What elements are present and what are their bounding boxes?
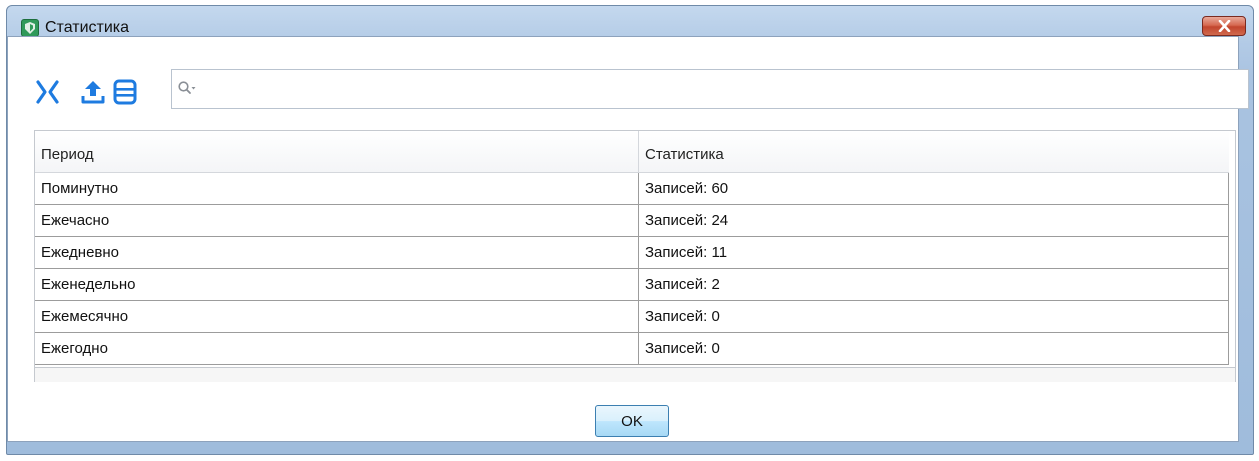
table-row[interactable]: Ежегодно Записей: 0 [35,333,1229,365]
statistics-table: Период Статистика Поминутно Записей: 60 … [34,130,1236,382]
period-cell: Ежемесячно [35,301,639,333]
search-field[interactable] [171,69,1249,109]
collapse-expand-icon[interactable] [34,79,59,104]
table-row[interactable]: Ежечасно Записей: 24 [35,205,1229,237]
period-cell: Ежегодно [35,333,639,365]
period-cell: Ежедневно [35,237,639,269]
table-body: Поминутно Записей: 60 Ежечасно Записей: … [35,173,1229,365]
window-title: Статистика [45,19,130,36]
search-input[interactable] [198,76,1242,104]
column-header-statistics[interactable]: Статистика [639,131,1229,173]
period-cell: Ежечасно [35,205,639,237]
statistics-cell: Записей: 0 [639,301,1229,333]
table-footer-bar [35,367,1235,382]
search-icon[interactable] [177,80,197,98]
dialog-content: Период Статистика Поминутно Записей: 60 … [7,36,1249,442]
table-header: Период Статистика [35,131,1235,173]
column-header-period[interactable]: Период [35,131,639,173]
app-logo-icon [21,19,39,37]
period-cell: Поминутно [35,173,639,205]
ok-button[interactable]: OK [595,405,669,437]
statistics-cell: Записей: 0 [639,333,1229,365]
close-icon [1218,20,1231,32]
statistics-cell: Записей: 60 [639,173,1229,205]
table-row[interactable]: Поминутно Записей: 60 [35,173,1229,205]
export-upload-icon[interactable] [80,79,105,104]
table-row[interactable]: Ежедневно Записей: 11 [35,237,1229,269]
table-row[interactable]: Еженедельно Записей: 2 [35,269,1229,301]
close-button[interactable] [1202,16,1246,36]
statistics-cell: Записей: 2 [639,269,1229,301]
period-cell: Еженедельно [35,269,639,301]
statistics-cell: Записей: 11 [639,237,1229,269]
statistics-cell: Записей: 24 [639,205,1229,237]
list-icon[interactable] [112,79,137,105]
table-row[interactable]: Ежемесячно Записей: 0 [35,301,1229,333]
